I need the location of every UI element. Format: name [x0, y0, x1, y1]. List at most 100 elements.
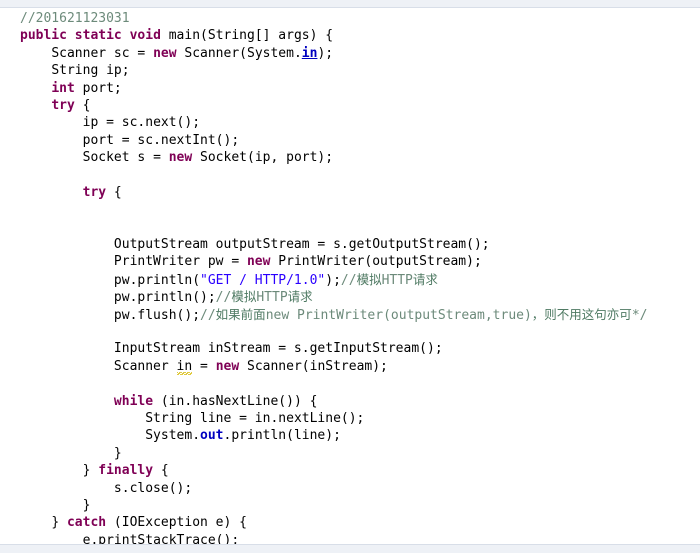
code-token-plain: }: [113, 445, 122, 461]
code-line: Scanner sc = new Scanner(System.in);: [0, 45, 700, 62]
code-token-kw: int: [51, 80, 75, 96]
code-line: pw.println("GET / HTTP/1.0");//模拟HTTP请求: [0, 271, 700, 288]
code-token-plain: }: [82, 463, 99, 479]
code-line: } catch (IOException e) {: [0, 514, 700, 531]
code-line: //201621123031: [0, 10, 700, 27]
code-token-plain: Socket(ip, port);: [192, 150, 334, 166]
code-line: String line = in.nextLine();: [0, 410, 700, 427]
code-line: PrintWriter pw = new PrintWriter(outputS…: [0, 253, 700, 270]
code-token-plain: Scanner(System.: [176, 45, 302, 61]
code-token-cmt: */: [631, 307, 648, 323]
code-line: pw.flush();//如果前面new PrintWriter(outputS…: [0, 306, 700, 323]
code-token-plain: Scanner: [113, 358, 177, 374]
code-token-plain: pw.println();: [113, 290, 216, 306]
code-token-plain: port = sc.nextInt();: [82, 132, 240, 148]
code-token-cmt-cn: 请求: [287, 289, 313, 305]
code-token-kw: public: [20, 28, 67, 44]
code-token-cmt-cn: 请求: [412, 271, 438, 287]
code-line: ip = sc.next();: [0, 114, 700, 131]
code-token-kw: finally: [98, 463, 154, 479]
code-line: try {: [0, 184, 700, 201]
code-token-cmt: //: [200, 307, 216, 323]
code-token-plain: Scanner(inStream);: [239, 358, 388, 374]
code-token-plain: String line = in.nextLine();: [145, 410, 365, 426]
code-token-cmt: HTTP: [381, 272, 413, 288]
code-token-fld-u: in: [301, 45, 318, 61]
code-token-plain: (IOException e) {: [106, 515, 247, 531]
code-token-cmt-cn: 模拟: [231, 289, 257, 305]
code-token-fld: out: [200, 428, 224, 444]
code-token-plain: InputStream inStream = s.getInputStream(…: [113, 341, 443, 357]
code-token-cmt-cn: ，则不用这句亦可: [531, 306, 632, 322]
code-token-kw: try: [82, 184, 107, 200]
code-token-kw: new: [168, 150, 193, 166]
code-line: } finally {: [0, 462, 700, 479]
code-line: s.close();: [0, 480, 700, 497]
code-line: }: [0, 497, 700, 514]
code-token-plain: );: [325, 272, 341, 288]
code-token-plain: System.: [145, 428, 201, 444]
code-token-plain: );: [317, 45, 334, 61]
code-token-cmt-cn: 模拟: [356, 271, 382, 287]
code-token-kw: catch: [66, 515, 107, 531]
code-line: String ip;: [0, 62, 700, 79]
code-token-kw: try: [51, 97, 75, 113]
code-token-plain: s.close();: [113, 480, 193, 496]
code-token-plain: PrintWriter pw =: [113, 254, 247, 270]
code-token-kw: new: [215, 358, 240, 374]
code-token-plain: (in.hasNextLine()) {: [153, 393, 318, 409]
code-token-plain: Socket s =: [82, 150, 169, 166]
code-line: pw.println();//模拟HTTP请求: [0, 288, 700, 305]
editor-top-chrome-bar: [0, 0, 700, 8]
code-token-kw: void: [129, 28, 161, 44]
code-token-str: "GET / HTTP/1.0": [200, 272, 326, 288]
code-line: Socket s = new Socket(ip, port);: [0, 149, 700, 166]
code-token-plain: PrintWriter(outputStream);: [270, 254, 482, 270]
code-token-plain: port;: [74, 80, 122, 96]
code-line: e.printStackTrace();: [0, 532, 700, 544]
code-token-cmt: //: [340, 272, 357, 288]
code-line: int port;: [0, 80, 700, 97]
code-token-kw: while: [113, 393, 154, 409]
code-line: InputStream inStream = s.getInputStream(…: [0, 340, 700, 357]
code-token-plain: }: [82, 497, 91, 513]
code-line: }: [0, 445, 700, 462]
code-token-plain: ip = sc.next();: [82, 115, 201, 131]
code-token-cmt: new PrintWriter(outputStream,true): [265, 307, 532, 323]
code-token-plain: OutputStream outputStream = s.getOutputS…: [113, 237, 490, 253]
code-line: System.out.println(line);: [0, 427, 700, 444]
code-token-plain: main(String[] args) {: [160, 28, 334, 44]
code-token-cmt: HTTP: [256, 290, 288, 306]
code-token-plain: {: [74, 97, 91, 113]
code-token-plain: =: [192, 358, 216, 374]
code-token-plain: e.printStackTrace();: [82, 532, 240, 544]
code-token-plain: {: [106, 184, 122, 200]
code-line: try {: [0, 97, 700, 114]
code-line: public static void main(String[] args) {: [0, 27, 700, 44]
code-editor-window: //201621123031 public static void main(St…: [0, 0, 700, 553]
code-token-plain: String ip;: [51, 63, 130, 79]
editor-bottom-chrome-bar: [0, 544, 700, 553]
code-line: OutputStream outputStream = s.getOutputS…: [0, 236, 700, 253]
code-line: port = sc.nextInt();: [0, 132, 700, 149]
code-token-plain: Scanner sc =: [51, 45, 154, 61]
code-token-cmt: //201621123031: [20, 11, 130, 26]
code-token-kw: static: [74, 28, 122, 44]
code-line: while (in.hasNextLine()) {: [0, 393, 700, 410]
code-token-kw: new: [153, 45, 177, 61]
code-token-cmt: //: [215, 290, 232, 306]
code-token-kw: new: [246, 254, 271, 270]
code-token-plain: }: [51, 515, 67, 531]
code-token-plain: pw.flush();: [113, 307, 201, 323]
code-token-cmt-cn: 如果前面: [215, 306, 266, 322]
code-text-area[interactable]: //201621123031 public static void main(St…: [0, 8, 700, 544]
code-token-warn: in: [176, 358, 193, 375]
code-token-plain: {: [153, 463, 169, 479]
